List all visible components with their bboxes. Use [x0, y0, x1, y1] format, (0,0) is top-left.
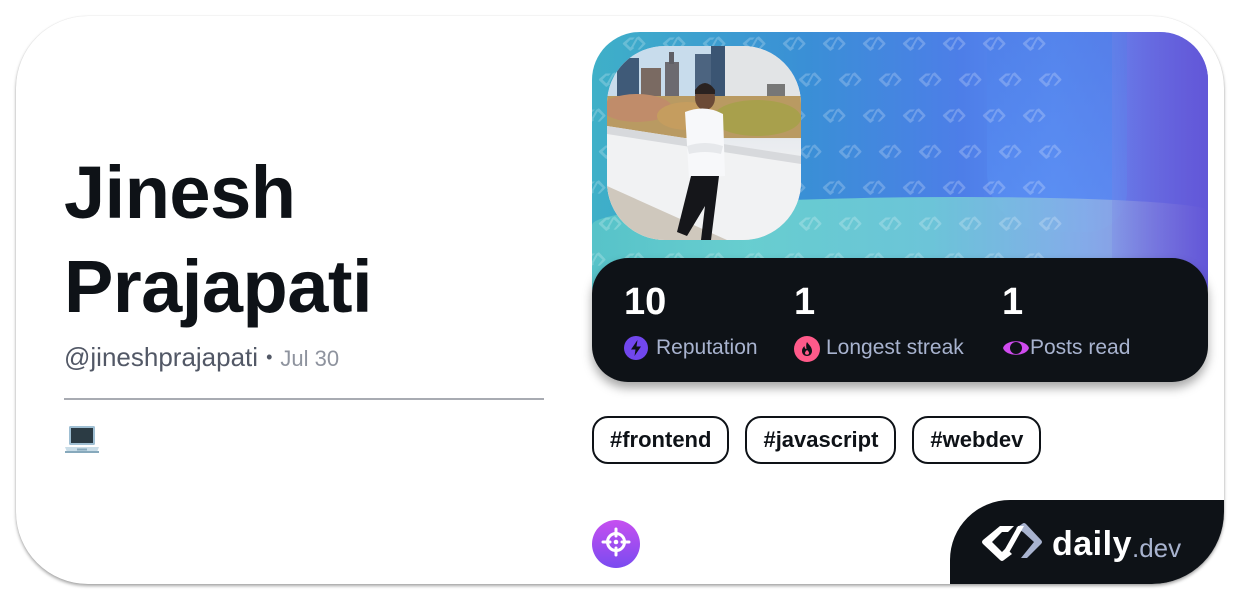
pattern-logo-mark: [942, 180, 966, 195]
brand-footer: daily .dev: [950, 500, 1224, 584]
pattern-logo-mark: [862, 180, 886, 195]
pattern-logo-mark: [838, 216, 862, 231]
pattern-logo-mark: [798, 72, 822, 87]
meta-separator: •: [266, 347, 273, 367]
pattern-logo-mark: [918, 144, 942, 159]
pattern-logo-mark: [902, 36, 926, 51]
stat-reputation: 10 Reputation: [624, 280, 758, 360]
pattern-logo-mark: [1022, 108, 1046, 123]
pattern-logo-mark: [1038, 72, 1062, 87]
pattern-logo-mark: [622, 36, 646, 51]
pattern-logo-mark: [878, 144, 902, 159]
divider: [64, 398, 544, 400]
pattern-logo-mark: [592, 180, 606, 194]
pattern-logo-mark: [592, 108, 606, 122]
profile-card: Jinesh Prajapati @jineshprajapati • Jul …: [16, 16, 1224, 584]
pattern-logo-mark: [958, 72, 982, 87]
crosshair-icon: [601, 527, 631, 562]
stat-label: Reputation: [656, 336, 758, 359]
pattern-logo-mark: [838, 144, 862, 159]
stat-value: 1: [1002, 281, 1024, 323]
stat-value: 10: [624, 281, 667, 323]
stat-label: Longest streak: [826, 336, 964, 359]
pattern-logo-mark: [982, 36, 1006, 51]
pattern-logo-mark: [798, 144, 822, 159]
pattern-logo-mark: [1022, 180, 1046, 195]
tag-chip[interactable]: #frontend: [592, 416, 730, 464]
pattern-logo-mark: [822, 36, 846, 51]
pattern-logo-mark: [958, 216, 982, 231]
stat-longest-streak: 1 Longest streak: [794, 280, 964, 362]
pattern-logo-mark: [782, 36, 806, 51]
pattern-logo-mark: [998, 216, 1022, 231]
stat-label: Posts read: [1030, 336, 1131, 359]
pattern-logo-mark: [838, 72, 862, 87]
profile-name: Jinesh Prajapati: [64, 151, 373, 328]
pattern-logo-mark: [1038, 216, 1062, 231]
pattern-logo-mark: [942, 36, 966, 51]
pattern-logo-mark: [918, 72, 942, 87]
tag-chip[interactable]: #webdev: [912, 416, 1042, 464]
pattern-logo-mark: [598, 216, 622, 231]
pattern-logo-mark: [798, 216, 822, 231]
pattern-logo-mark: [878, 216, 902, 231]
joined-date: Jul 30: [280, 346, 340, 371]
squad-badge[interactable]: [592, 520, 640, 568]
pattern-logo-mark: [1022, 36, 1046, 51]
pattern-logo-mark: [998, 72, 1022, 87]
pattern-logo-mark: [822, 180, 846, 195]
pattern-logo-mark: [592, 36, 606, 50]
pattern-logo-mark: [982, 108, 1006, 123]
stat-posts-read: 1 Posts read: [1002, 280, 1130, 360]
pattern-logo-mark: [822, 108, 846, 123]
pattern-logo-mark: [1038, 144, 1062, 159]
pattern-logo-mark: [592, 252, 606, 266]
laptop-emoji-icon: [64, 424, 100, 454]
pattern-logo-mark: [998, 144, 1022, 159]
pattern-logo-mark: [862, 108, 886, 123]
pattern-logo-mark: [902, 180, 926, 195]
tag-chip[interactable]: #javascript: [745, 416, 897, 464]
brand-suffix: .dev: [1131, 533, 1182, 563]
pattern-logo-mark: [918, 216, 942, 231]
profile-meta: @jineshprajapati • Jul 30: [64, 342, 339, 373]
eye-ring-icon: [1002, 336, 1029, 360]
flame-icon: [794, 336, 820, 362]
brand-name: daily: [1052, 525, 1132, 563]
lightning-icon: [624, 336, 648, 360]
profile-username: @jineshprajapati: [64, 342, 259, 372]
pattern-logo-mark: [982, 180, 1006, 195]
stat-value: 1: [794, 281, 816, 323]
stats-bar: 10 Reputation 1 Longest streak 1 Posts r…: [592, 258, 1208, 382]
pattern-logo-mark: [862, 36, 886, 51]
daily-dev-logo-icon: [980, 522, 1044, 567]
pattern-logo-mark: [902, 108, 926, 123]
tag-list: #frontend #javascript #webdev: [592, 416, 1042, 464]
avatar: [607, 46, 801, 240]
pattern-logo-mark: [942, 108, 966, 123]
pattern-logo-mark: [878, 72, 902, 87]
pattern-logo-mark: [958, 144, 982, 159]
